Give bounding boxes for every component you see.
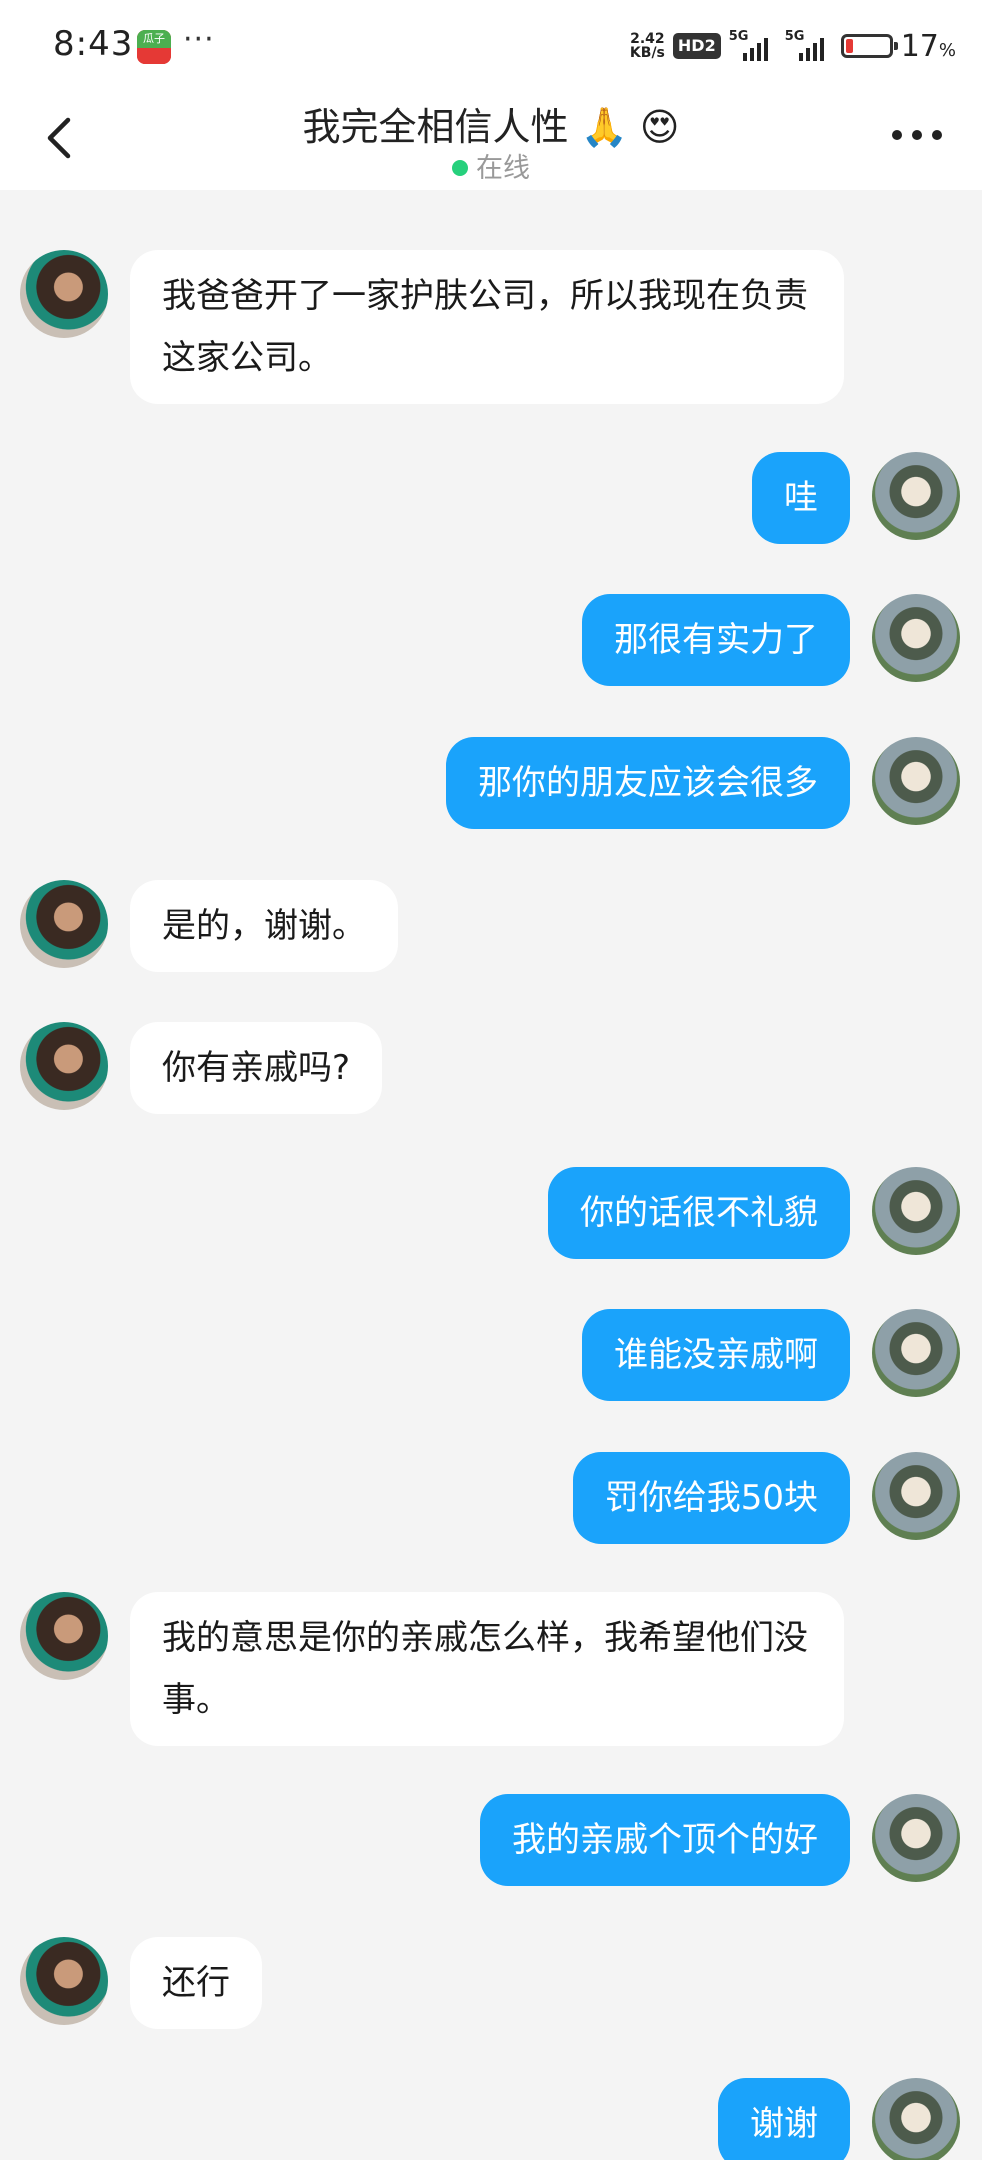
battery-percent: 17%	[900, 28, 956, 64]
message-bubble[interactable]: 是的，谢谢。	[130, 880, 398, 972]
chat-header: 我完全相信人性 🙏 😍 在线	[0, 90, 982, 190]
message-bubble[interactable]: 你的话很不礼貌	[548, 1167, 850, 1259]
my-avatar[interactable]	[872, 1794, 960, 1882]
my-avatar[interactable]	[872, 594, 960, 682]
message-bubble[interactable]: 谢谢	[718, 2078, 850, 2160]
network-speed-unit: KB/s	[629, 45, 665, 61]
message-list[interactable]: 我爸爸开了一家护肤公司，所以我现在负责这家公司。哇那很有实力了那你的朋友应该会很…	[0, 190, 982, 2160]
online-status: 在线	[0, 146, 982, 185]
signal-icon-1: 5G	[729, 29, 777, 63]
message-bubble[interactable]: 我的意思是你的亲戚怎么样，我希望他们没事。	[130, 1592, 844, 1746]
status-indicators: 2.42 KB/s HD2 5G 5G 17%	[630, 28, 956, 64]
message-bubble[interactable]: 我爸爸开了一家护肤公司，所以我现在负责这家公司。	[130, 250, 844, 404]
network-speed-value: 2.42	[630, 31, 665, 47]
battery-icon	[840, 34, 898, 58]
message-bubble[interactable]: 我的亲戚个顶个的好	[480, 1794, 850, 1886]
contact-avatar[interactable]	[20, 1022, 108, 1110]
online-status-label: 在线	[476, 153, 530, 184]
status-time: 8:43	[53, 24, 134, 64]
my-avatar[interactable]	[872, 452, 960, 540]
contact-avatar[interactable]	[20, 250, 108, 338]
contact-avatar[interactable]	[20, 880, 108, 968]
my-avatar[interactable]	[872, 1309, 960, 1397]
message-bubble[interactable]: 谁能没亲戚啊	[582, 1309, 850, 1401]
more-notifications-icon: ···	[183, 22, 215, 57]
message-bubble[interactable]: 哇	[752, 452, 850, 544]
app-notification-icon: 瓜子	[137, 30, 171, 64]
message-bubble[interactable]: 罚你给我50块	[572, 1452, 850, 1544]
my-avatar[interactable]	[872, 737, 960, 825]
chat-title: 我完全相信人性 🙏 😍	[302, 105, 680, 149]
my-avatar[interactable]	[872, 1167, 960, 1255]
hd-voice-icon: HD2	[672, 33, 721, 59]
my-avatar[interactable]	[872, 1452, 960, 1540]
message-bubble[interactable]: 还行	[130, 1937, 262, 2029]
message-bubble[interactable]: 那很有实力了	[582, 594, 850, 686]
online-dot-icon	[452, 159, 468, 176]
contact-avatar[interactable]	[20, 1937, 108, 2025]
my-avatar[interactable]	[872, 2078, 960, 2160]
message-bubble[interactable]: 你有亲戚吗?	[130, 1022, 383, 1114]
signal-icon-2: 5G	[785, 29, 833, 63]
more-options-icon[interactable]	[892, 130, 942, 144]
status-bar: 8:43 瓜子 ··· 2.42 KB/s HD2 5G 5G 17%	[0, 0, 982, 90]
contact-avatar[interactable]	[20, 1592, 108, 1680]
network-speed: 2.42 KB/s	[630, 32, 665, 60]
message-bubble[interactable]: 那你的朋友应该会很多	[446, 737, 850, 829]
